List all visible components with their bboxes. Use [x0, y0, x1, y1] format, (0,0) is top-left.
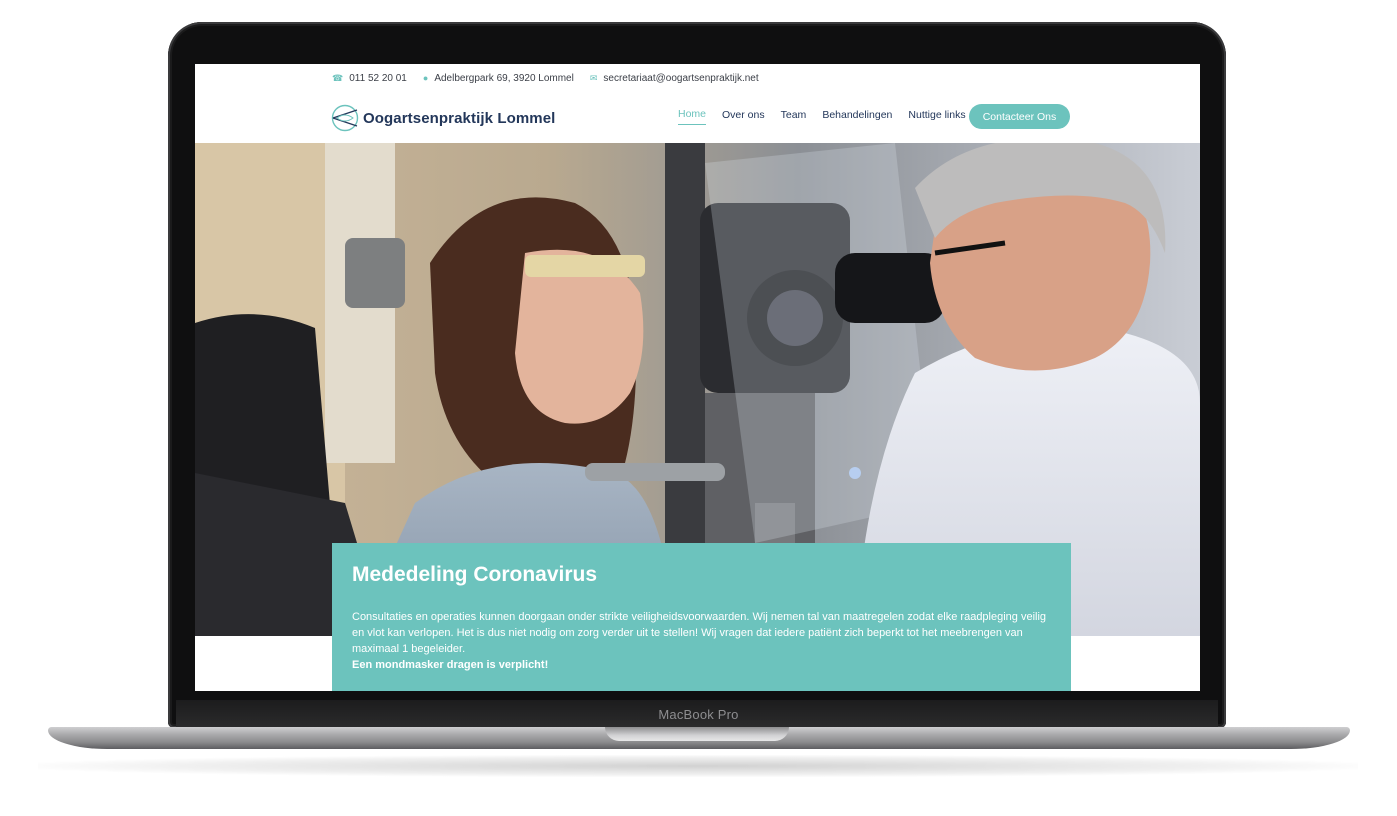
- contact-address[interactable]: ● Adelbergpark 69, 3920 Lommel: [423, 73, 574, 84]
- brand-name: Oogartsenpraktijk Lommel: [363, 109, 556, 127]
- nav-item-team[interactable]: Team: [781, 109, 807, 125]
- laptop-notch: [605, 727, 789, 741]
- contact-email-text: secretariaat@oogartsenpraktijk.net: [603, 72, 759, 84]
- contact-address-text: Adelbergpark 69, 3920 Lommel: [434, 72, 574, 84]
- contact-phone[interactable]: ☎ 011 52 20 01: [332, 73, 407, 84]
- notice-body: Consultaties en operaties kunnen doorgaa…: [352, 611, 1047, 655]
- notice-emphasis: Een mondmasker dragen is verplicht!: [352, 659, 549, 671]
- notice-title: Mededeling Coronavirus: [352, 563, 598, 586]
- contact-button[interactable]: Contacteer Ons: [969, 104, 1070, 129]
- contact-email[interactable]: ✉ secretariaat@oogartsenpraktijk.net: [590, 73, 759, 84]
- website-screen: ☎ 011 52 20 01 ● Adelbergpark 69, 3920 L…: [195, 64, 1200, 691]
- eye-logo-icon: [331, 104, 359, 132]
- laptop-mockup: MacBook Pro ☎ 011 52 20 01 ● Adelbergpar…: [0, 0, 1397, 816]
- contact-bar: ☎ 011 52 20 01 ● Adelbergpark 69, 3920 L…: [332, 70, 775, 86]
- nav-item-behandelingen[interactable]: Behandelingen: [822, 109, 892, 125]
- envelope-icon: ✉: [589, 72, 598, 83]
- map-pin-icon: ●: [422, 73, 429, 83]
- contact-phone-text: 011 52 20 01: [349, 72, 407, 84]
- main-nav: Home Over ons Team Behandelingen Nuttige…: [678, 108, 982, 125]
- corona-notice: Mededeling Coronavirus Consultaties en o…: [332, 543, 1071, 691]
- brand-logo[interactable]: Oogartsenpraktijk Lommel: [331, 104, 555, 132]
- nav-item-home[interactable]: Home: [678, 108, 707, 125]
- nav-item-over-ons[interactable]: Over ons: [722, 109, 765, 125]
- laptop-model-label: MacBook Pro: [658, 707, 739, 722]
- laptop-shadow: [38, 755, 1358, 777]
- nav-item-nuttige-links[interactable]: Nuttige links: [908, 109, 965, 125]
- phone-icon: ☎: [332, 72, 344, 83]
